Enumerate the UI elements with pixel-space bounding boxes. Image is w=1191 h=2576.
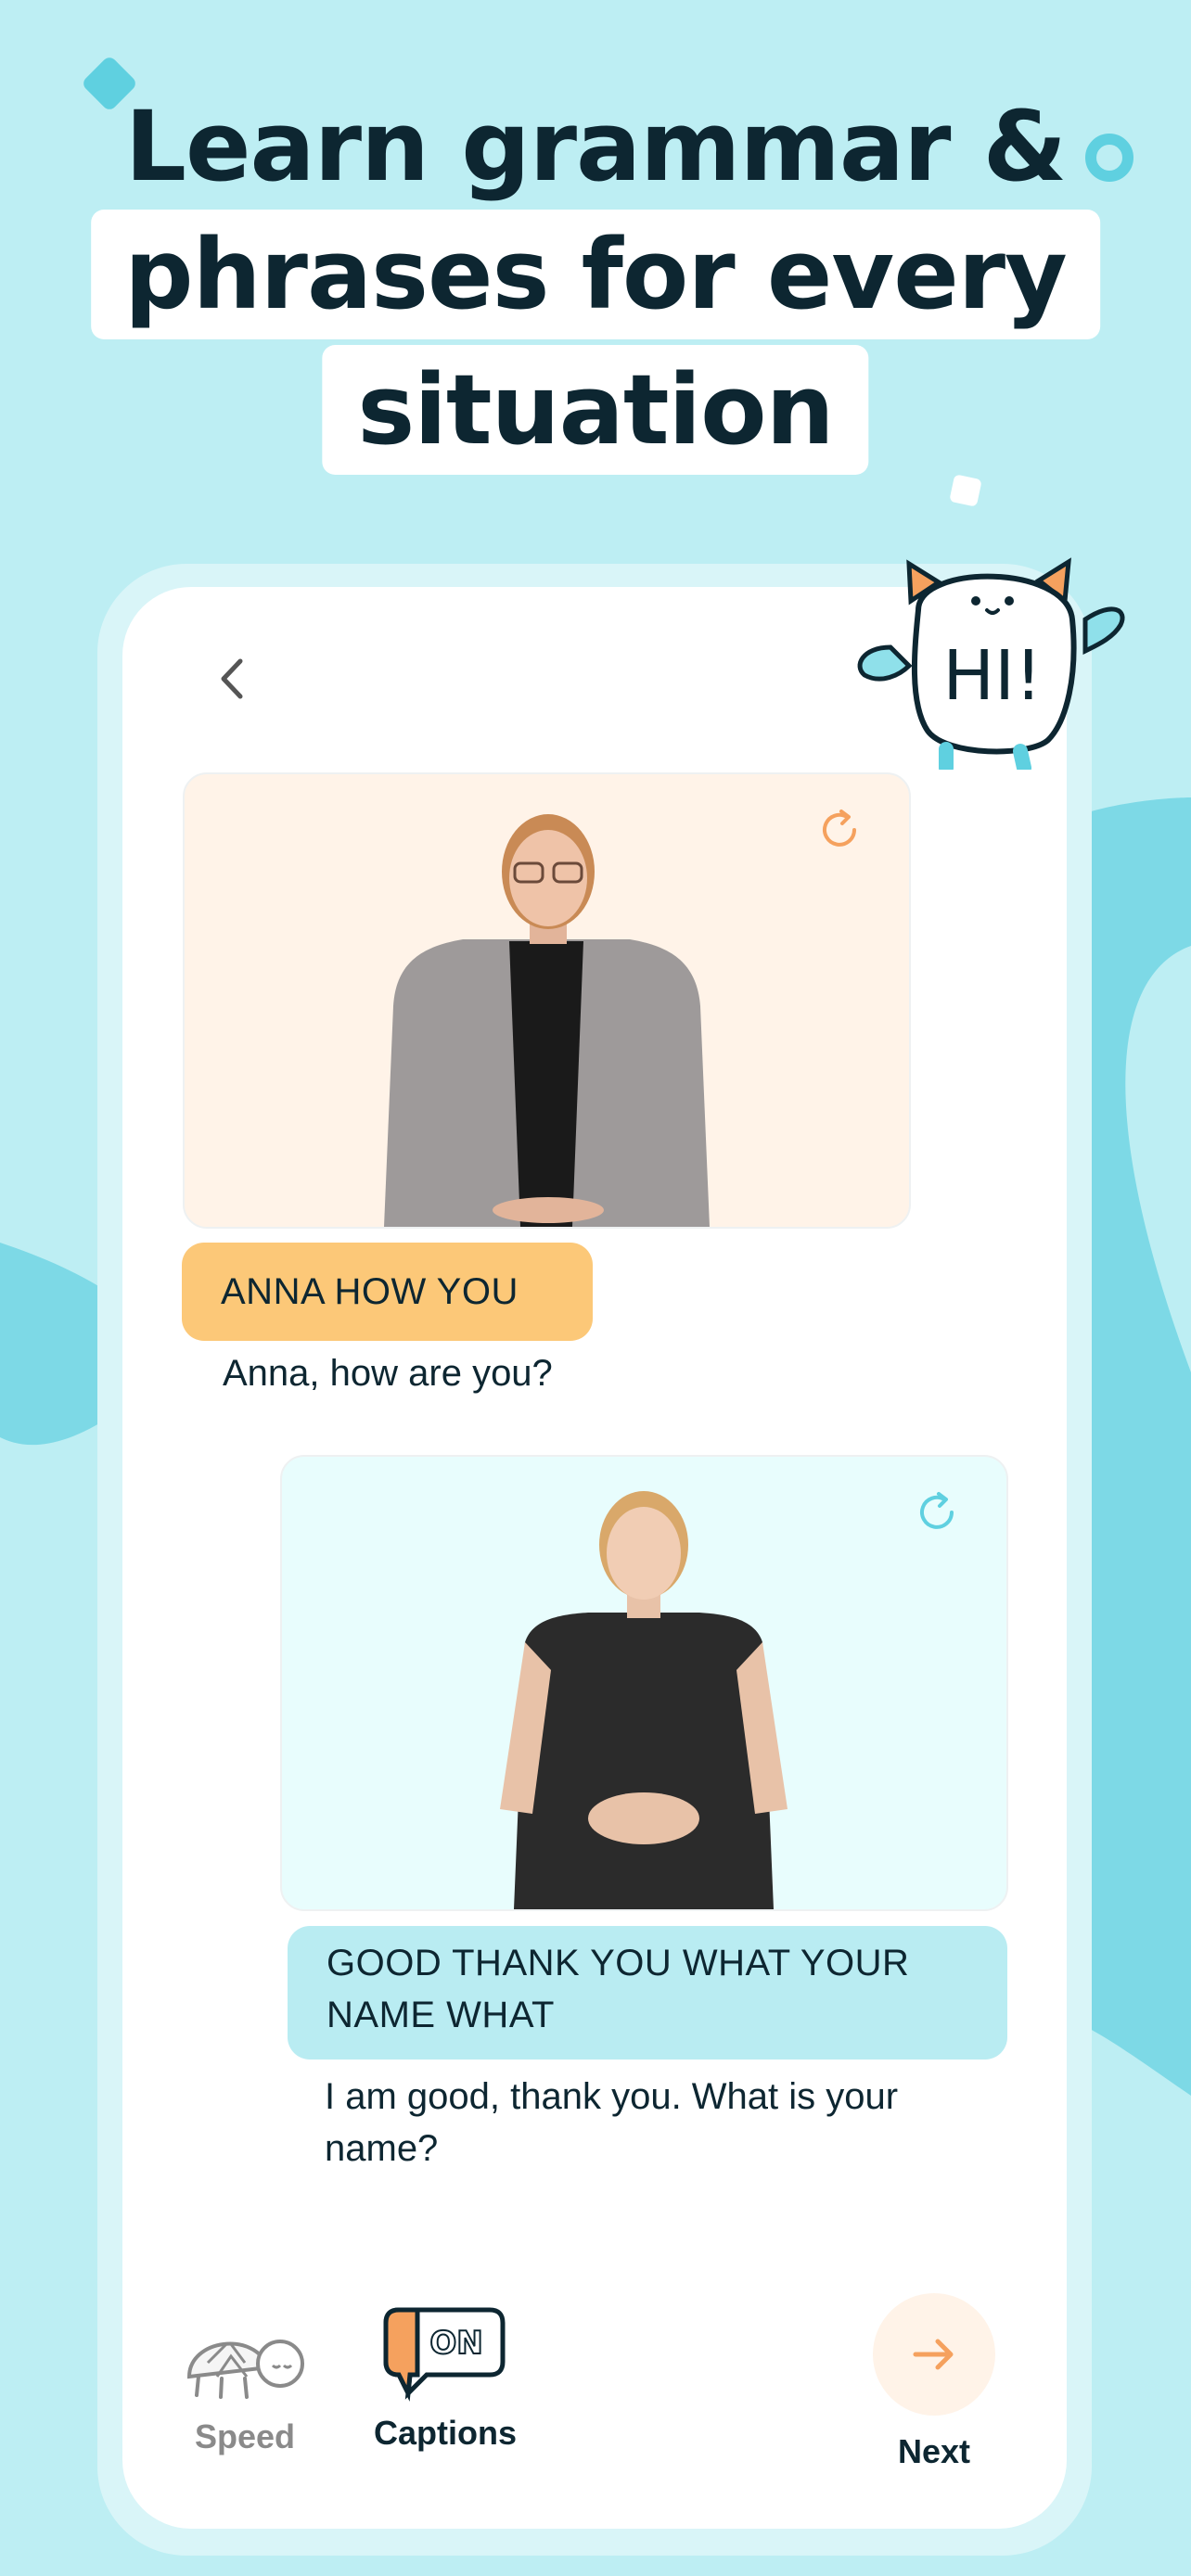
replay-icon[interactable] (909, 1485, 965, 1540)
mascot-ghost-icon: HI! (857, 557, 1125, 770)
sign-video-1[interactable] (183, 772, 911, 1229)
phone-screen: ANNA HOW YOU Anna, how are you? GOOD THA… (122, 587, 1067, 2529)
arrow-right-icon (913, 2339, 954, 2370)
next-circle[interactable] (873, 2293, 995, 2416)
sign-video-2[interactable] (280, 1455, 1008, 1911)
captions-on-badge: ON (429, 2325, 482, 2362)
translation-1: Anna, how are you? (223, 1353, 553, 1394)
translation-2: I am good, thank you. What is your name? (325, 2076, 899, 2169)
captions-label: Captions (373, 2414, 517, 2452)
next-button[interactable]: Next (864, 2293, 1004, 2471)
gloss-bubble-1: ANNA HOW YOU (182, 1243, 593, 1341)
headline-line-3: situation (322, 345, 869, 475)
gloss-bubble-2: GOOD THANK YOU WHAT YOUR NAME WHAT (288, 1926, 1007, 2060)
chevron-left-icon (221, 658, 243, 699)
turtle-icon (186, 2340, 304, 2399)
back-button[interactable] (197, 643, 269, 715)
speed-button[interactable]: Speed (161, 2312, 328, 2456)
headline-line-2: phrases for every (91, 210, 1100, 339)
next-label: Next (897, 2432, 971, 2470)
headline-line-1: Learn grammar & (124, 90, 1068, 203)
captions-bubble-icon: ON (383, 2307, 506, 2402)
captions-toggle[interactable]: ON Captions (352, 2302, 538, 2453)
speed-label: Speed (194, 2417, 296, 2455)
signer-illustration (500, 1491, 788, 1909)
mascot-text: HI! (942, 636, 1042, 716)
bottom-controls: Speed ON Captions Next (122, 2293, 1067, 2497)
signer-illustration (384, 814, 710, 1227)
replay-icon[interactable] (812, 802, 867, 858)
